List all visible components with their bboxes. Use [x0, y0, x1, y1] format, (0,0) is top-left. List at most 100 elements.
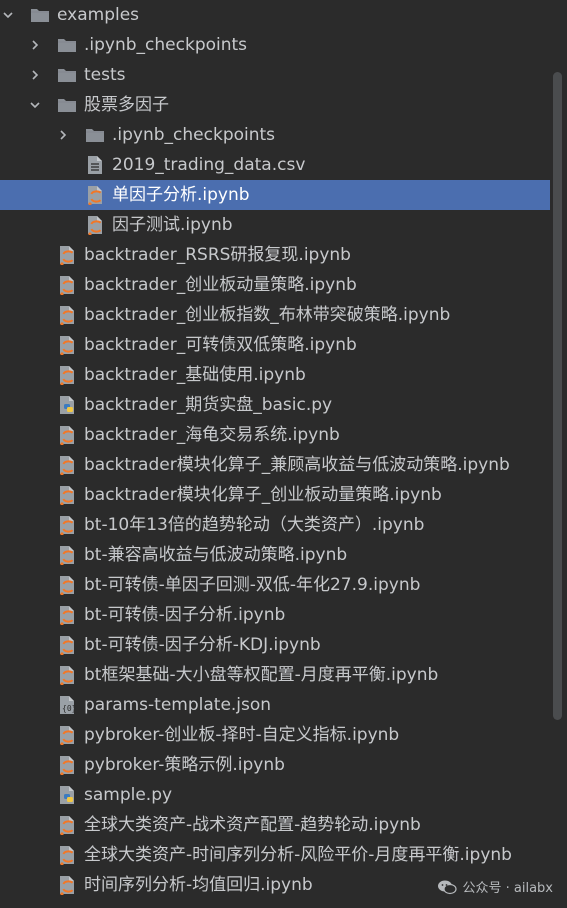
json-file-icon: {0} [57, 695, 77, 715]
jupyter-notebook-icon [57, 335, 77, 356]
tree-file-row[interactable]: bt-10年13倍的趋势轮动（大类资产）.ipynb [0, 510, 550, 540]
tree-folder-row[interactable]: tests [0, 60, 550, 90]
chevron-down-icon[interactable] [0, 0, 16, 30]
tree-file-row[interactable]: bt-兼容高收益与低波动策略.ipynb [0, 540, 550, 570]
tree-item-label: backtrader_创业板指数_布林带突破策略.ipynb [84, 305, 451, 325]
tree-folder-row[interactable]: .ipynb_checkpoints [0, 120, 550, 150]
python-file-icon [57, 395, 77, 415]
tree-file-row[interactable]: backtrader_期货实盘_basic.py [0, 390, 550, 420]
jupyter-notebook-icon [57, 275, 77, 296]
tree-item-label: bt-可转债-因子分析.ipynb [84, 605, 286, 625]
jupyter-notebook-icon [57, 515, 77, 536]
jupyter-notebook-icon [57, 365, 77, 386]
tree-item-label: 全球大类资产-战术资产配置-趋势轮动.ipynb [84, 815, 421, 835]
jupyter-notebook-icon [85, 215, 105, 236]
tree-item-label: pybroker-创业板-择时-自定义指标.ipynb [84, 725, 400, 745]
tree-item-label: bt-10年13倍的趋势轮动（大类资产）.ipynb [84, 515, 425, 535]
tree-item-label: bt框架基础-大小盘等权配置-月度再平衡.ipynb [84, 665, 439, 685]
tree-item-label: examples [57, 5, 140, 25]
tree-folder-row[interactable]: examples [0, 0, 550, 30]
wechat-icon [437, 880, 457, 894]
scrollbar-thumb[interactable] [553, 72, 562, 720]
csv-file-icon [85, 155, 105, 175]
tree-file-row[interactable]: pybroker-策略示例.ipynb [0, 750, 550, 780]
tree-item-label: bt-兼容高收益与低波动策略.ipynb [84, 545, 348, 565]
tree-item-label: bt-可转债-因子分析-KDJ.ipynb [84, 635, 321, 655]
tree-file-row[interactable]: backtrader_基础使用.ipynb [0, 360, 550, 390]
tree-file-row[interactable]: bt-可转债-因子分析-KDJ.ipynb [0, 630, 550, 660]
tree-item-label: bt-可转债-单因子回测-双低-年化27.9.ipynb [84, 575, 421, 595]
tree-file-row[interactable]: {0} params-template.json [0, 690, 550, 720]
folder-open-icon [57, 95, 77, 115]
jupyter-notebook-icon [57, 545, 77, 566]
folder-icon [85, 125, 105, 145]
tree-folder-row[interactable]: .ipynb_checkpoints [0, 30, 550, 60]
jupyter-notebook-icon [57, 875, 77, 896]
jupyter-notebook-icon [57, 575, 77, 596]
tree-item-label: .ipynb_checkpoints [84, 35, 248, 55]
svg-text:{0}: {0} [62, 704, 76, 713]
folder-icon [57, 35, 77, 55]
tree-item-label: backtrader模块化算子_创业板动量策略.ipynb [84, 485, 442, 505]
tree-item-label: backtrader_创业板动量策略.ipynb [84, 275, 357, 295]
watermark: 公众号 · ailabx [437, 877, 554, 896]
project-file-tree: examples .ipynb_checkpoints tests 股票多因子 .ipy… [0, 0, 567, 908]
watermark-text: 公众号 · ailabx [462, 881, 554, 896]
jupyter-notebook-icon [57, 815, 77, 836]
tree-file-row[interactable]: 全球大类资产-战术资产配置-趋势轮动.ipynb [0, 810, 550, 840]
tree-folder-row[interactable]: 股票多因子 [0, 90, 550, 120]
jupyter-notebook-icon [57, 845, 77, 866]
tree-file-row[interactable]: sample.py [0, 780, 550, 810]
jupyter-notebook-icon [57, 665, 77, 686]
jupyter-notebook-icon [57, 425, 77, 446]
tree-file-row[interactable]: backtrader_海龟交易系统.ipynb [0, 420, 550, 450]
tree-file-row[interactable]: bt框架基础-大小盘等权配置-月度再平衡.ipynb [0, 660, 550, 690]
jupyter-notebook-icon [57, 755, 77, 776]
tree-file-row[interactable]: 2019_trading_data.csv [0, 150, 550, 180]
vertical-scrollbar[interactable] [550, 0, 567, 908]
jupyter-notebook-icon [85, 185, 105, 206]
tree-file-row[interactable]: backtrader模块化算子_兼顾高收益与低波动策略.ipynb [0, 450, 550, 480]
tree-item-label: 单因子分析.ipynb [112, 185, 250, 205]
tree-file-row[interactable]: backtrader模块化算子_创业板动量策略.ipynb [0, 480, 550, 510]
tree-item-label: backtrader_可转债双低策略.ipynb [84, 335, 357, 355]
tree-item-label: backtrader模块化算子_兼顾高收益与低波动策略.ipynb [84, 455, 510, 475]
folder-open-icon [30, 5, 50, 25]
tree-item-label: sample.py [84, 785, 173, 805]
tree-item-label: backtrader_海龟交易系统.ipynb [84, 425, 340, 445]
tree-file-row[interactable]: bt-可转债-因子分析.ipynb [0, 600, 550, 630]
tree-file-row[interactable]: bt-可转债-单因子回测-双低-年化27.9.ipynb [0, 570, 550, 600]
tree-file-row[interactable]: 因子测试.ipynb [0, 210, 550, 240]
chevron-right-icon[interactable] [27, 30, 43, 60]
jupyter-notebook-icon [57, 485, 77, 506]
folder-icon [57, 65, 77, 85]
tree-file-row[interactable]: backtrader_RSRS研报复现.ipynb [0, 240, 550, 270]
tree-file-row[interactable]: backtrader_创业板指数_布林带突破策略.ipynb [0, 300, 550, 330]
tree-item-label: 因子测试.ipynb [112, 215, 233, 235]
jupyter-notebook-icon [57, 635, 77, 656]
tree-file-row[interactable]: 单因子分析.ipynb [0, 180, 550, 210]
jupyter-notebook-icon [57, 305, 77, 326]
chevron-right-icon[interactable] [55, 120, 71, 150]
tree-item-label: 时间序列分析-均值回归.ipynb [84, 875, 313, 895]
tree-item-label: backtrader_RSRS研报复现.ipynb [84, 245, 351, 265]
chevron-right-icon[interactable] [27, 60, 43, 90]
tree-item-label: params-template.json [84, 695, 272, 715]
tree-item-label: 股票多因子 [84, 95, 169, 115]
jupyter-notebook-icon [57, 245, 77, 266]
tree-item-label: 2019_trading_data.csv [112, 155, 306, 175]
tree-file-row[interactable]: 全球大类资产-时间序列分析-风险平价-月度再平衡.ipynb [0, 840, 550, 870]
jupyter-notebook-icon [57, 605, 77, 626]
chevron-down-icon[interactable] [27, 90, 43, 120]
tree-file-row[interactable]: backtrader_创业板动量策略.ipynb [0, 270, 550, 300]
tree-file-row[interactable]: pybroker-创业板-择时-自定义指标.ipynb [0, 720, 550, 750]
python-file-icon [57, 785, 77, 805]
tree-item-label: backtrader_期货实盘_basic.py [84, 395, 333, 415]
tree-item-label: 全球大类资产-时间序列分析-风险平价-月度再平衡.ipynb [84, 845, 512, 865]
jupyter-notebook-icon [57, 455, 77, 476]
tree-item-label: pybroker-策略示例.ipynb [84, 755, 285, 775]
tree-file-row[interactable]: backtrader_可转债双低策略.ipynb [0, 330, 550, 360]
tree-item-label: backtrader_基础使用.ipynb [84, 365, 306, 385]
tree-item-label: tests [84, 65, 126, 85]
jupyter-notebook-icon [57, 725, 77, 746]
